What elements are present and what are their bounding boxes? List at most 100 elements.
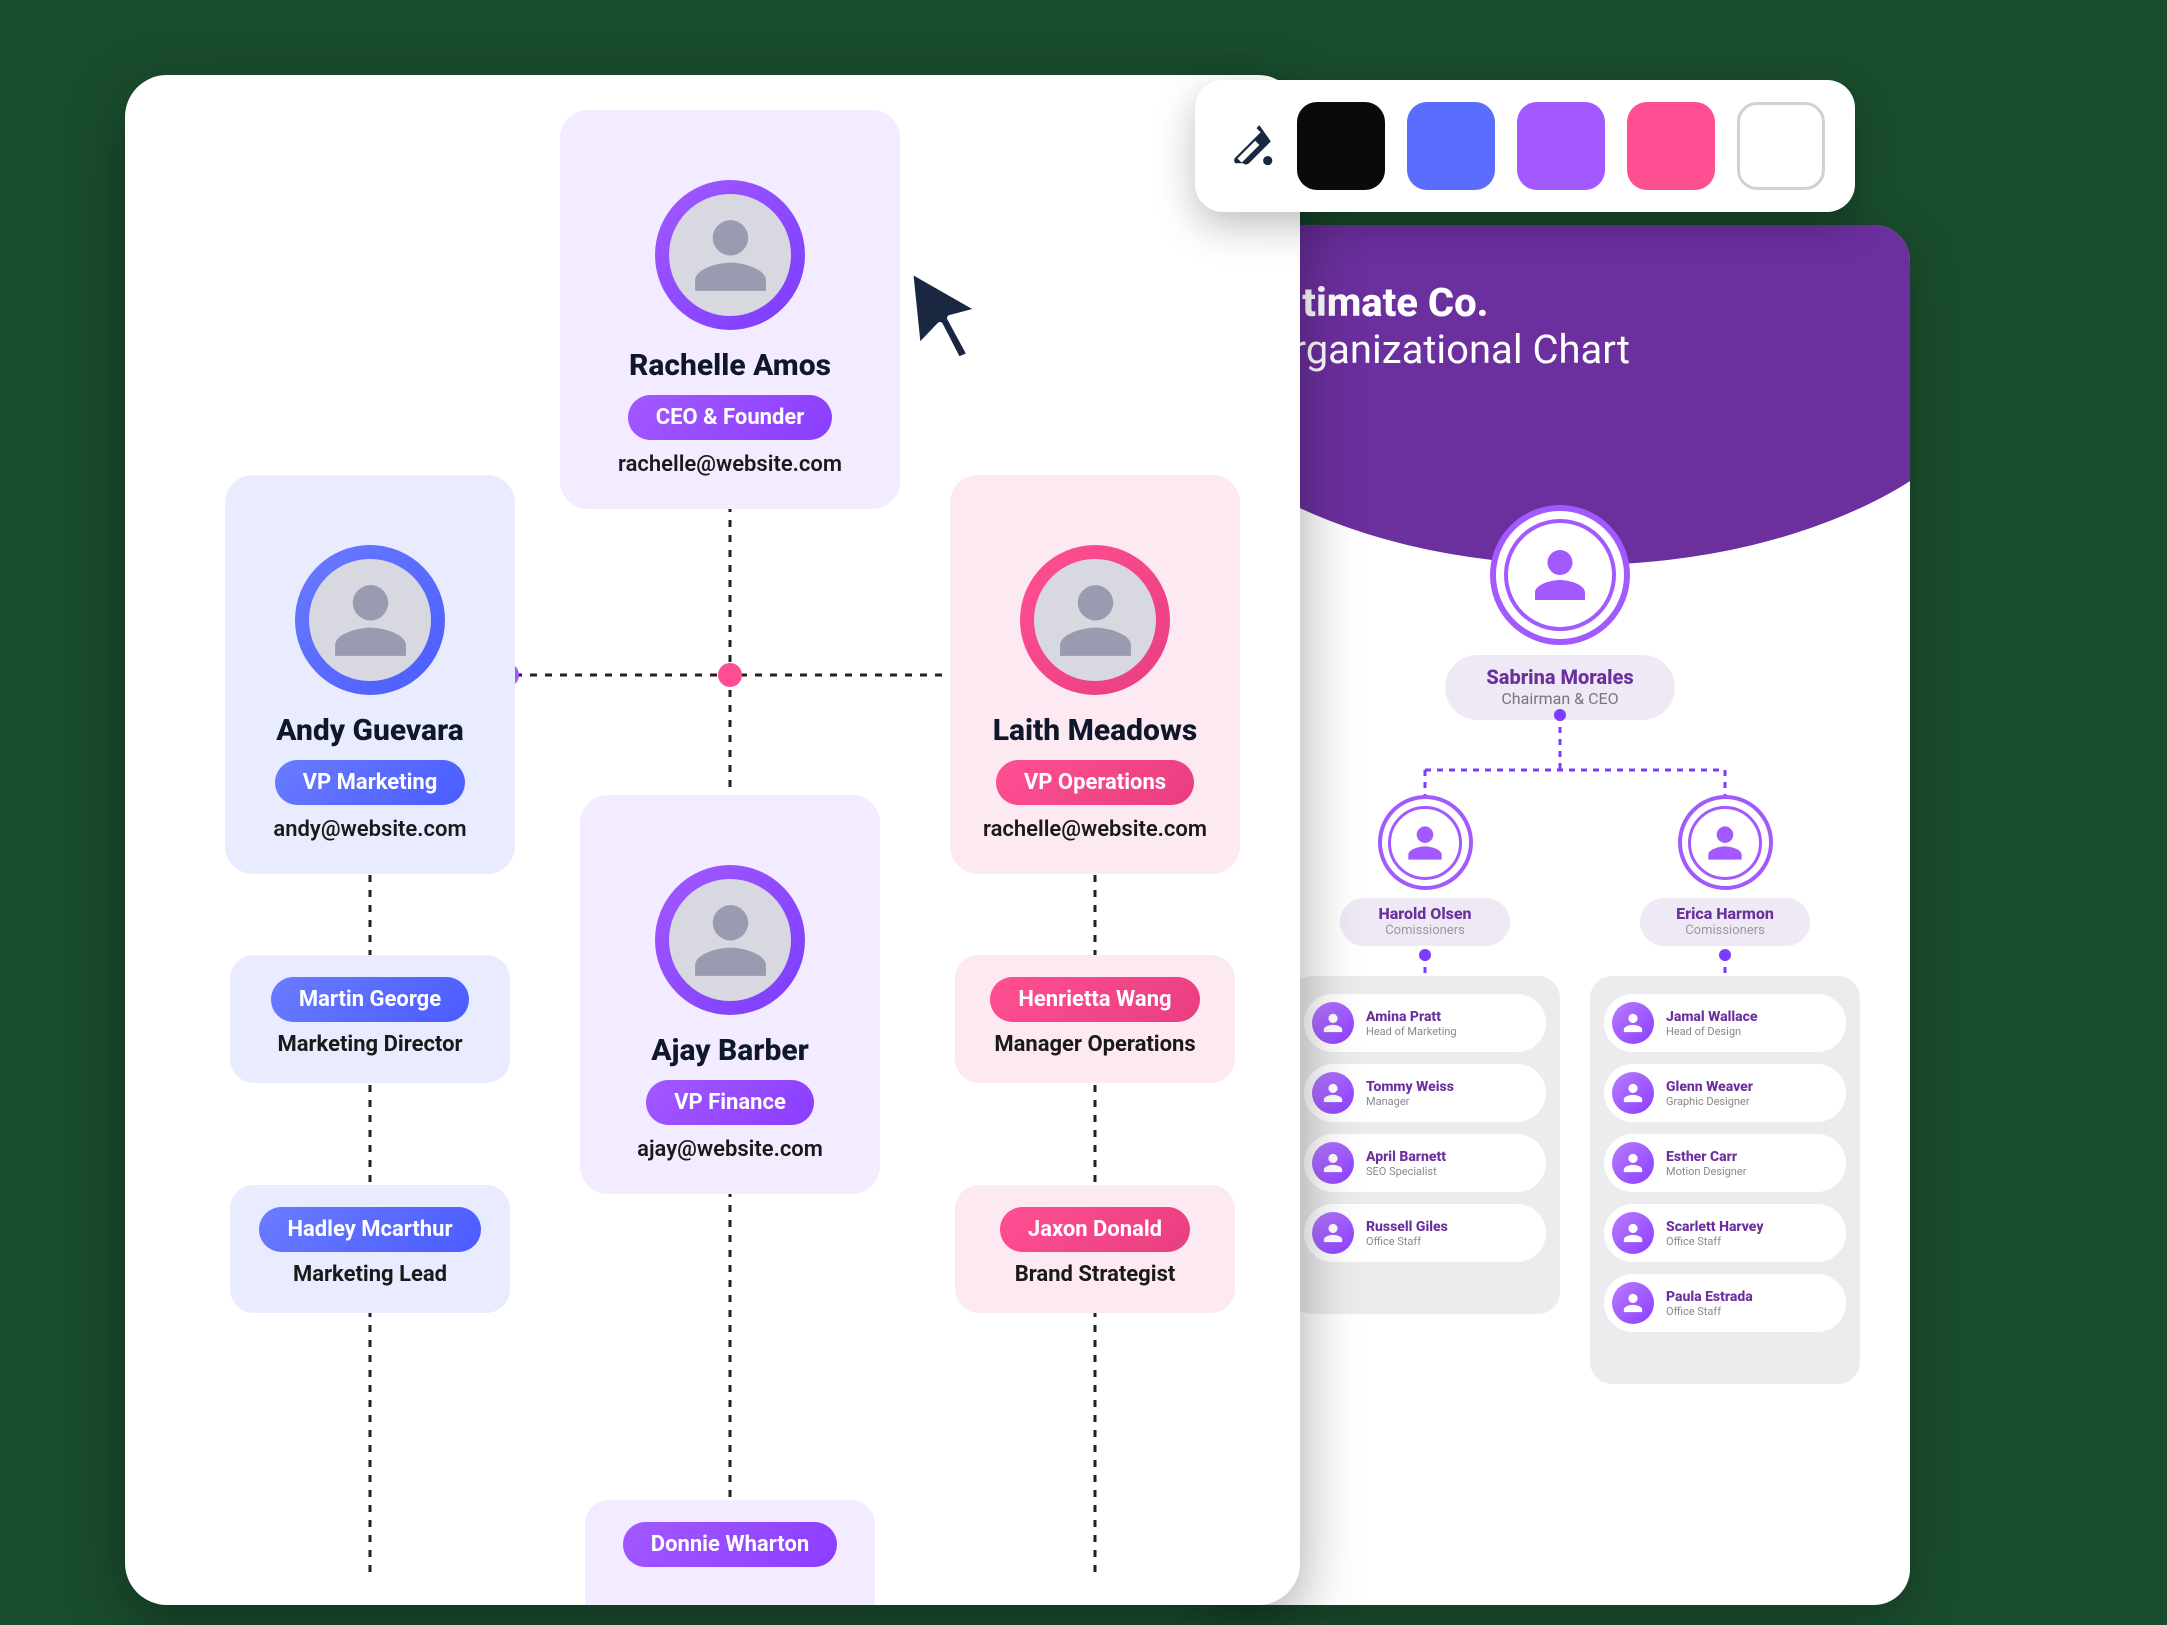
role: Motion Designer — [1666, 1165, 1746, 1178]
report-list: Jamal WallaceHead of Design Glenn Weaver… — [1590, 976, 1860, 1384]
subtitle: Brand Strategist — [981, 1262, 1209, 1287]
company-name: Ultimate Co. — [1265, 280, 1630, 326]
secondary-org-chart-preview[interactable]: Ultimate Co. Organizational Chart Sabrin… — [1210, 225, 1910, 1605]
name-pill: Donnie Wharton — [623, 1522, 837, 1567]
person-icon — [1705, 823, 1745, 863]
subtitle: Marketing Lead — [256, 1262, 484, 1287]
name: Paula Estrada — [1666, 1289, 1753, 1305]
email: rachelle@website.com — [974, 817, 1216, 842]
commissioner-label: Erica Harmon Comissioners — [1640, 898, 1810, 946]
person-icon — [1622, 1222, 1644, 1244]
name: Jamal Wallace — [1666, 1009, 1758, 1025]
name-pill: Hadley Mcarthur — [259, 1207, 480, 1252]
org-sub-node[interactable]: Hadley Mcarthur Marketing Lead — [230, 1185, 510, 1313]
commissioner-column-left: Harold Olsen Comissioners Amina PrattHea… — [1290, 795, 1560, 1314]
email: rachelle@website.com — [584, 452, 876, 477]
swatch-purple[interactable] — [1517, 102, 1605, 190]
role-pill: VP Marketing — [275, 760, 466, 805]
role-pill: CEO & Founder — [628, 395, 833, 440]
main-org-chart-canvas[interactable]: Rachelle Amos CEO & Founder rachelle@web… — [125, 75, 1300, 1605]
chart-title: Organizational Chart — [1265, 326, 1630, 373]
role: Head of Marketing — [1366, 1025, 1457, 1038]
name: Glenn Weaver — [1666, 1079, 1753, 1095]
ceo-role: Chairman & CEO — [1473, 689, 1647, 708]
name: Esther Carr — [1666, 1149, 1746, 1165]
org-sub-node[interactable]: Henrietta Wang Manager Operations — [955, 955, 1235, 1083]
person-icon — [1622, 1292, 1644, 1314]
swatch-pink[interactable] — [1627, 102, 1715, 190]
name: Harold Olsen — [1358, 904, 1492, 923]
person-icon — [1322, 1222, 1344, 1244]
name: Andy Guevara — [249, 713, 491, 748]
name-pill: Henrietta Wang — [990, 977, 1199, 1022]
list-item: Russell GilesOffice Staff — [1304, 1204, 1546, 1262]
role-pill: VP Finance — [646, 1080, 814, 1125]
role: Office Staff — [1666, 1235, 1763, 1248]
org-sub-node[interactable]: Donnie Wharton — [585, 1500, 875, 1605]
role: Office Staff — [1366, 1235, 1448, 1248]
person-icon — [1322, 1082, 1344, 1104]
ceo-label: Sabrina Morales Chairman & CEO — [1445, 655, 1675, 720]
report-list: Amina PrattHead of Marketing Tommy Weiss… — [1290, 976, 1560, 1314]
swatch-white[interactable] — [1737, 102, 1825, 190]
list-item: Esther CarrMotion Designer — [1604, 1134, 1846, 1192]
color-palette-toolbar — [1195, 80, 1855, 212]
name: Scarlett Harvey — [1666, 1219, 1763, 1235]
avatar — [1020, 545, 1170, 695]
name: Russell Giles — [1366, 1219, 1448, 1235]
org-node-vp-marketing[interactable]: Andy Guevara VP Marketing andy@website.c… — [225, 475, 515, 874]
role: Manager — [1366, 1095, 1454, 1108]
ceo-name: Sabrina Morales — [1473, 665, 1647, 689]
name: Rachelle Amos — [584, 348, 876, 383]
name: Tommy Weiss — [1366, 1079, 1454, 1095]
avatar — [655, 180, 805, 330]
person-icon — [1622, 1082, 1644, 1104]
org-sub-node[interactable]: Martin George Marketing Director — [230, 955, 510, 1083]
list-item: Glenn WeaverGraphic Designer — [1604, 1064, 1846, 1122]
person-icon — [1622, 1152, 1644, 1174]
commissioner-column-right: Erica Harmon Comissioners Jamal WallaceH… — [1590, 795, 1860, 1384]
avatar — [1378, 795, 1473, 890]
name: Amina Pratt — [1366, 1009, 1457, 1025]
role: Graphic Designer — [1666, 1095, 1753, 1108]
list-item: April BarnettSEO Specialist — [1304, 1134, 1546, 1192]
org-node-vp-finance[interactable]: Ajay Barber VP Finance ajay@website.com — [580, 795, 880, 1194]
avatar — [655, 865, 805, 1015]
list-item: Amina PrattHead of Marketing — [1304, 994, 1546, 1052]
role-pill: VP Operations — [996, 760, 1194, 805]
ceo-avatar — [1490, 505, 1630, 645]
swatch-black[interactable] — [1297, 102, 1385, 190]
subtitle: Manager Operations — [981, 1032, 1209, 1057]
avatar — [295, 545, 445, 695]
org-node-vp-operations[interactable]: Laith Meadows VP Operations rachelle@web… — [950, 475, 1240, 874]
org-sub-node[interactable]: Jaxon Donald Brand Strategist — [955, 1185, 1235, 1313]
person-icon — [328, 578, 413, 663]
email: ajay@website.com — [604, 1137, 856, 1162]
role: SEO Specialist — [1366, 1165, 1446, 1178]
name-pill: Martin George — [271, 977, 469, 1022]
person-icon — [688, 898, 773, 983]
commissioner-label: Harold Olsen Comissioners — [1340, 898, 1510, 946]
subtitle: Marketing Director — [256, 1032, 484, 1057]
role: Office Staff — [1666, 1305, 1753, 1318]
list-item: Tommy WeissManager — [1304, 1064, 1546, 1122]
list-item: Paula EstradaOffice Staff — [1604, 1274, 1846, 1332]
email: andy@website.com — [249, 817, 491, 842]
person-icon — [1530, 545, 1590, 605]
junction-dot — [718, 663, 742, 687]
person-icon — [1322, 1152, 1344, 1174]
fill-bucket-icon[interactable] — [1225, 121, 1275, 171]
swatch-blue[interactable] — [1407, 102, 1495, 190]
cursor-icon — [900, 260, 1000, 370]
hero-title: Ultimate Co. Organizational Chart — [1265, 280, 1630, 373]
person-icon — [1405, 823, 1445, 863]
role: Comissioners — [1658, 923, 1792, 938]
name: April Barnett — [1366, 1149, 1446, 1165]
person-icon — [688, 213, 773, 298]
org-node-ceo[interactable]: Rachelle Amos CEO & Founder rachelle@web… — [560, 110, 900, 509]
person-icon — [1622, 1012, 1644, 1034]
role: Comissioners — [1358, 923, 1492, 938]
list-item: Jamal WallaceHead of Design — [1604, 994, 1846, 1052]
list-item: Scarlett HarveyOffice Staff — [1604, 1204, 1846, 1262]
avatar — [1678, 795, 1773, 890]
